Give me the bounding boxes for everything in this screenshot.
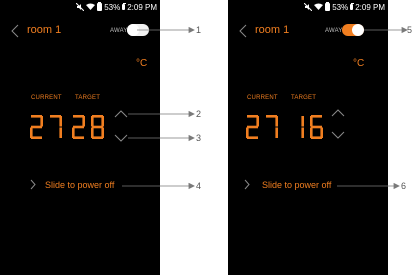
callout-4: 4 (196, 181, 202, 191)
callout-3: 3 (196, 133, 202, 143)
callout-lines (122, 26, 408, 190)
callout-arrow-3 (188, 134, 195, 142)
callout-arrow-2 (188, 110, 195, 118)
callout-6: 6 (401, 181, 407, 191)
callout-5: 5 (407, 25, 412, 35)
callout-arrow-1 (188, 26, 195, 34)
callout-2: 2 (196, 109, 202, 119)
callout-1: 1 (196, 25, 202, 35)
callout-arrow-6 (393, 182, 400, 190)
